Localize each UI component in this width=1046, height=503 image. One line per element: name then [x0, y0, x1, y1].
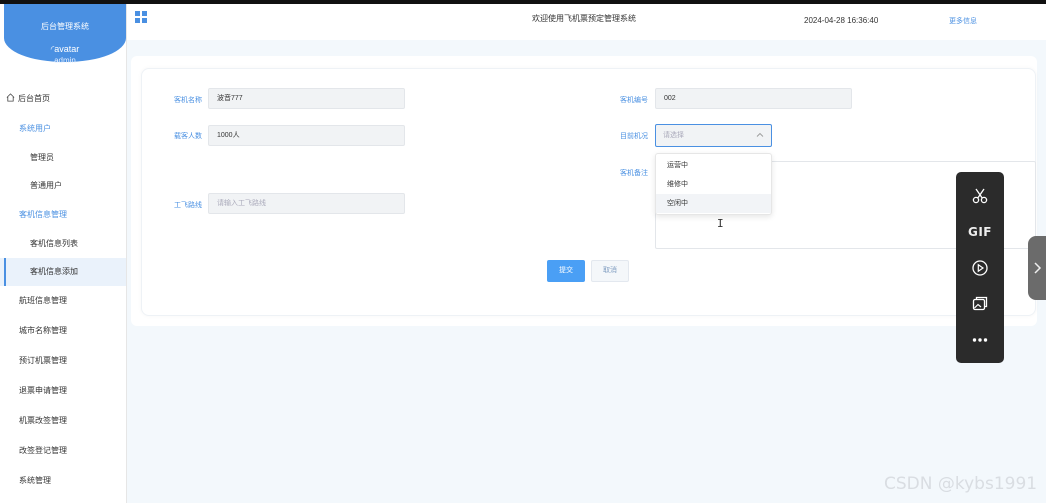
- status-option-idle[interactable]: 空闲中: [656, 194, 771, 213]
- sidebar-item-home[interactable]: 后台首页: [0, 84, 126, 114]
- sidebar-item-label: 管理员: [30, 153, 54, 162]
- sidebar-item-system[interactable]: 系统管理: [0, 466, 126, 496]
- sidebar-item-normal-users[interactable]: 普通用户: [0, 172, 126, 200]
- status-option-maintenance[interactable]: 维修中: [656, 175, 771, 194]
- sidebar-item-change-register[interactable]: 改签登记管理: [0, 436, 126, 466]
- number-input[interactable]: 002: [655, 88, 852, 109]
- avatar-alt-text: avatar: [54, 44, 80, 54]
- sidebar-item-label: 系统管理: [19, 476, 51, 485]
- avatar[interactable]: ◜avatar: [4, 44, 126, 55]
- chevron-up-icon: [756, 132, 764, 137]
- sidebar-item-aircraft-add[interactable]: 客机信息添加: [0, 258, 126, 286]
- grid-menu-icon[interactable]: [135, 11, 147, 23]
- page-title: 欢迎使用飞机票预定管理系统: [532, 14, 636, 23]
- more-info-link[interactable]: 更多信息: [949, 16, 977, 26]
- status-label: 目前机况: [620, 133, 648, 140]
- route-label: 工飞路线: [174, 202, 202, 209]
- gif-icon[interactable]: GIF: [956, 214, 1004, 250]
- remark-label: 客机备注: [620, 170, 648, 177]
- watermark: CSDN @kybs1991: [884, 474, 1038, 494]
- brand-header: 后台管理系统 ◜avatar admin: [4, 4, 126, 65]
- sidebar-menu: 后台首页 系统用户 管理员 普通用户 客机信息管理 客机信息列表 客机信息添加 …: [0, 84, 126, 496]
- capture-toolbar: GIF: [956, 172, 1004, 363]
- sidebar-item-label: 普通用户: [30, 181, 62, 190]
- sidebar-group-system-users[interactable]: 系统用户: [0, 114, 126, 144]
- collapse-side-tab[interactable]: [1028, 236, 1046, 300]
- sidebar-item-label: 预订机票管理: [19, 356, 67, 365]
- sidebar-item-flights[interactable]: 航班信息管理: [0, 286, 126, 316]
- sidebar-item-bookings[interactable]: 预订机票管理: [0, 346, 126, 376]
- record-icon[interactable]: [956, 250, 1004, 286]
- capacity-label: 载客人数: [174, 133, 202, 140]
- sidebar-item-label: 系统用户: [19, 124, 51, 133]
- status-select[interactable]: 请选择: [655, 124, 772, 147]
- sidebar: 后台管理系统 ◜avatar admin 后台首页 系统用户 管理员 普通用户 …: [0, 4, 127, 503]
- cancel-button[interactable]: 取消: [591, 260, 629, 282]
- sidebar-item-label: 城市名称管理: [19, 326, 67, 335]
- name-input[interactable]: 波音777: [208, 88, 405, 109]
- scissors-icon[interactable]: [956, 178, 1004, 214]
- sidebar-group-aircraft[interactable]: 客机信息管理: [0, 200, 126, 230]
- sidebar-item-label: 改签登记管理: [19, 446, 67, 455]
- brand-title: 后台管理系统: [41, 22, 89, 31]
- top-header: 欢迎使用飞机票预定管理系统 2024-04-28 16:36:40 更多信息: [127, 4, 1046, 40]
- sidebar-item-label: 客机信息管理: [19, 210, 67, 219]
- sidebar-item-admins[interactable]: 管理员: [0, 144, 126, 172]
- status-select-placeholder: 请选择: [663, 132, 684, 139]
- header-datetime: 2024-04-28 16:36:40: [804, 16, 879, 25]
- sidebar-item-label: 机票改签管理: [19, 416, 67, 425]
- route-input[interactable]: 请输入工飞路线: [208, 193, 405, 214]
- name-label: 客机名称: [174, 97, 202, 104]
- sidebar-item-label: 后台首页: [18, 94, 50, 103]
- submit-button[interactable]: 提交: [547, 260, 585, 282]
- sidebar-item-label: 退票申请管理: [19, 386, 67, 395]
- sidebar-item-label: 客机信息列表: [30, 239, 78, 248]
- status-dropdown: 运营中 维修中 空闲中: [655, 153, 772, 215]
- sidebar-item-changes[interactable]: 机票改签管理: [0, 406, 126, 436]
- image-icon[interactable]: [956, 286, 1004, 322]
- sidebar-item-cities[interactable]: 城市名称管理: [0, 316, 126, 346]
- status-option-operating[interactable]: 运营中: [656, 156, 771, 175]
- sidebar-item-refunds[interactable]: 退票申请管理: [0, 376, 126, 406]
- more-icon[interactable]: [956, 322, 1004, 358]
- chevron-right-icon: [1034, 262, 1042, 274]
- number-label: 客机编号: [620, 97, 648, 104]
- home-icon: [6, 93, 15, 102]
- sidebar-item-label: 航班信息管理: [19, 296, 67, 305]
- sidebar-item-label: 客机信息添加: [30, 267, 78, 276]
- sidebar-item-aircraft-list[interactable]: 客机信息列表: [0, 230, 126, 258]
- capacity-input[interactable]: 1000人: [208, 125, 405, 146]
- text-cursor-icon: I: [717, 217, 724, 230]
- username: admin: [54, 56, 76, 65]
